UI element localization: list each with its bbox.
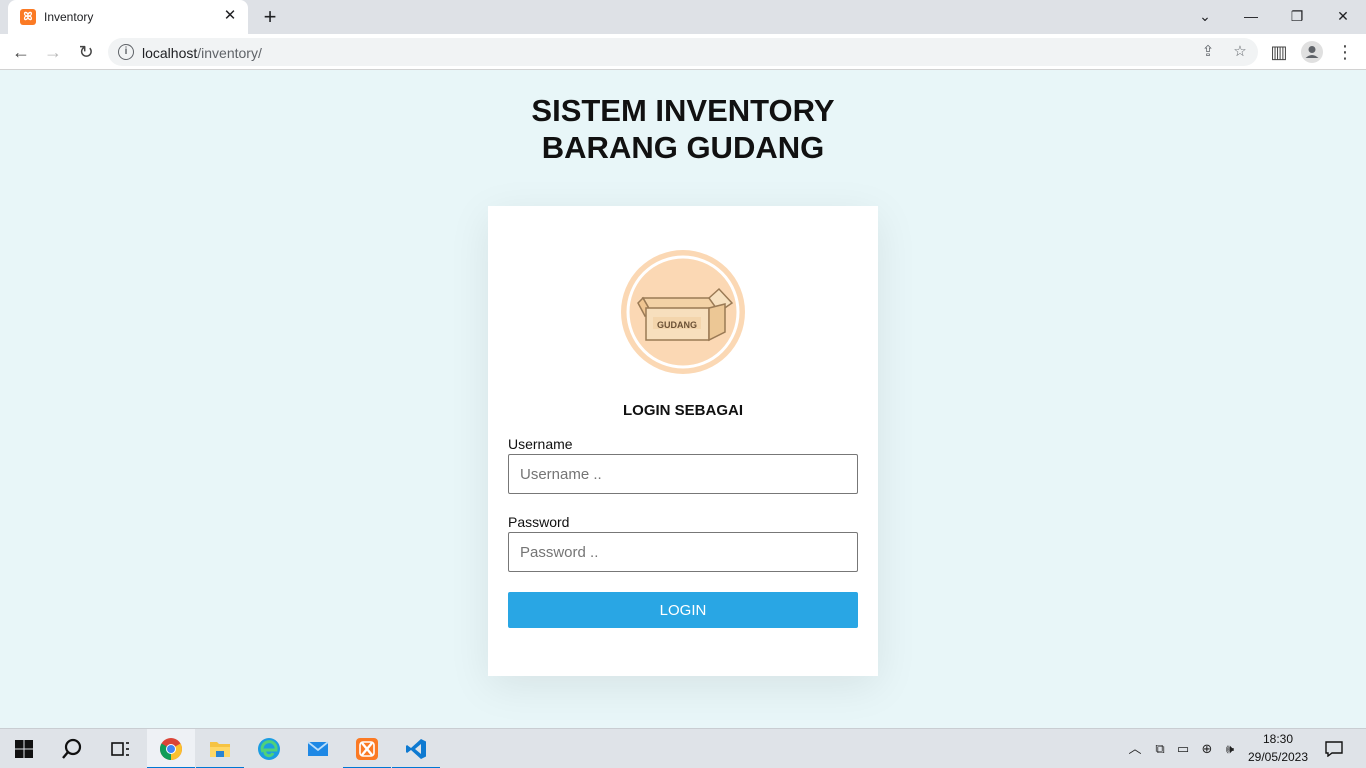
tab-strip: ꕤ Inventory ✕ + ⌄ — ❐ ✕	[0, 0, 1366, 34]
windows-icon	[15, 740, 33, 758]
chrome-icon	[160, 738, 182, 760]
login-button[interactable]: LOGIN	[508, 592, 858, 628]
notification-icon[interactable]	[1324, 741, 1344, 758]
forward-icon[interactable]: →	[41, 40, 65, 64]
username-input[interactable]	[508, 454, 858, 494]
camera-icon[interactable]: ⧉	[1151, 741, 1169, 757]
taskbar-search-button[interactable]	[48, 729, 96, 768]
file-explorer-icon	[210, 742, 230, 757]
battery-icon[interactable]: ▭	[1174, 741, 1192, 757]
close-tab-icon[interactable]: ✕	[222, 8, 238, 24]
search-icon	[62, 738, 82, 759]
info-icon[interactable]: i	[118, 44, 134, 60]
taskbar: ︿ ⧉ ▭ ⊕ 🕪 18:30 29/05/2023	[0, 728, 1366, 768]
share-icon[interactable]: ⇪	[1198, 42, 1218, 62]
taskbar-mail[interactable]	[294, 729, 342, 768]
edge-icon	[258, 738, 280, 760]
taskbar-vscode[interactable]	[392, 729, 440, 768]
widgets-icon	[111, 742, 129, 756]
address-bar[interactable]: i localhost/inventory/ ⇪ ☆	[108, 38, 1258, 66]
taskbar-file-explorer[interactable]	[196, 729, 244, 768]
xampp-icon: ꕤ	[20, 9, 36, 25]
vscode-icon	[406, 739, 426, 759]
taskbar-xampp[interactable]	[343, 729, 391, 768]
page-title: SISTEM INVENTORY BARANG GUDANG	[0, 92, 1366, 166]
star-icon[interactable]: ☆	[1230, 42, 1250, 62]
browser-tab[interactable]: ꕤ Inventory ✕	[8, 0, 248, 34]
warehouse-box-logo: GUDANG	[621, 250, 745, 374]
reload-icon[interactable]: ↻	[74, 40, 98, 64]
profile-icon[interactable]	[1301, 41, 1323, 63]
taskbar-edge[interactable]	[245, 729, 293, 768]
network-icon[interactable]: ⊕	[1198, 741, 1216, 757]
sidepanel-icon[interactable]: ▥	[1267, 40, 1291, 64]
page-title-line2: BARANG GUDANG	[541, 130, 825, 165]
back-icon[interactable]: ←	[9, 40, 33, 64]
volume-icon[interactable]: 🕪	[1221, 741, 1239, 757]
login-card: GUDANG LOGIN SEBAGAI Username Password L…	[488, 206, 878, 676]
mail-icon	[307, 741, 329, 756]
password-input[interactable]	[508, 532, 858, 572]
new-tab-button[interactable]: +	[258, 6, 282, 30]
page-title-line1: SISTEM INVENTORY	[531, 93, 835, 128]
task-view-button[interactable]	[96, 729, 144, 768]
password-label: Password	[508, 514, 570, 530]
address-url[interactable]: localhost/inventory/	[142, 45, 262, 61]
clock-date[interactable]: 29/05/2023	[1246, 750, 1310, 764]
clock-time[interactable]: 18:30	[1246, 732, 1310, 746]
taskbar-chrome[interactable]	[147, 729, 195, 768]
windows-start-button[interactable]	[0, 729, 48, 768]
minimize-button[interactable]: —	[1237, 4, 1265, 28]
login-heading: LOGIN SEBAGAI	[622, 402, 743, 419]
close-window-button[interactable]: ✕	[1329, 4, 1357, 28]
chevron-up-icon[interactable]: ︿	[1126, 741, 1144, 757]
tab-search-button[interactable]: ⌄	[1191, 4, 1219, 28]
restore-button[interactable]: ❐	[1283, 4, 1311, 28]
tab-title: Inventory	[44, 10, 94, 24]
menu-icon[interactable]: ⋮	[1333, 40, 1357, 64]
username-label: Username	[508, 436, 573, 452]
logo-text: GUDANG	[657, 320, 697, 330]
xampp-icon	[356, 738, 378, 760]
browser-toolbar: ← → ↻ i localhost/inventory/ ⇪ ☆ ▥ ⋮	[0, 34, 1366, 70]
